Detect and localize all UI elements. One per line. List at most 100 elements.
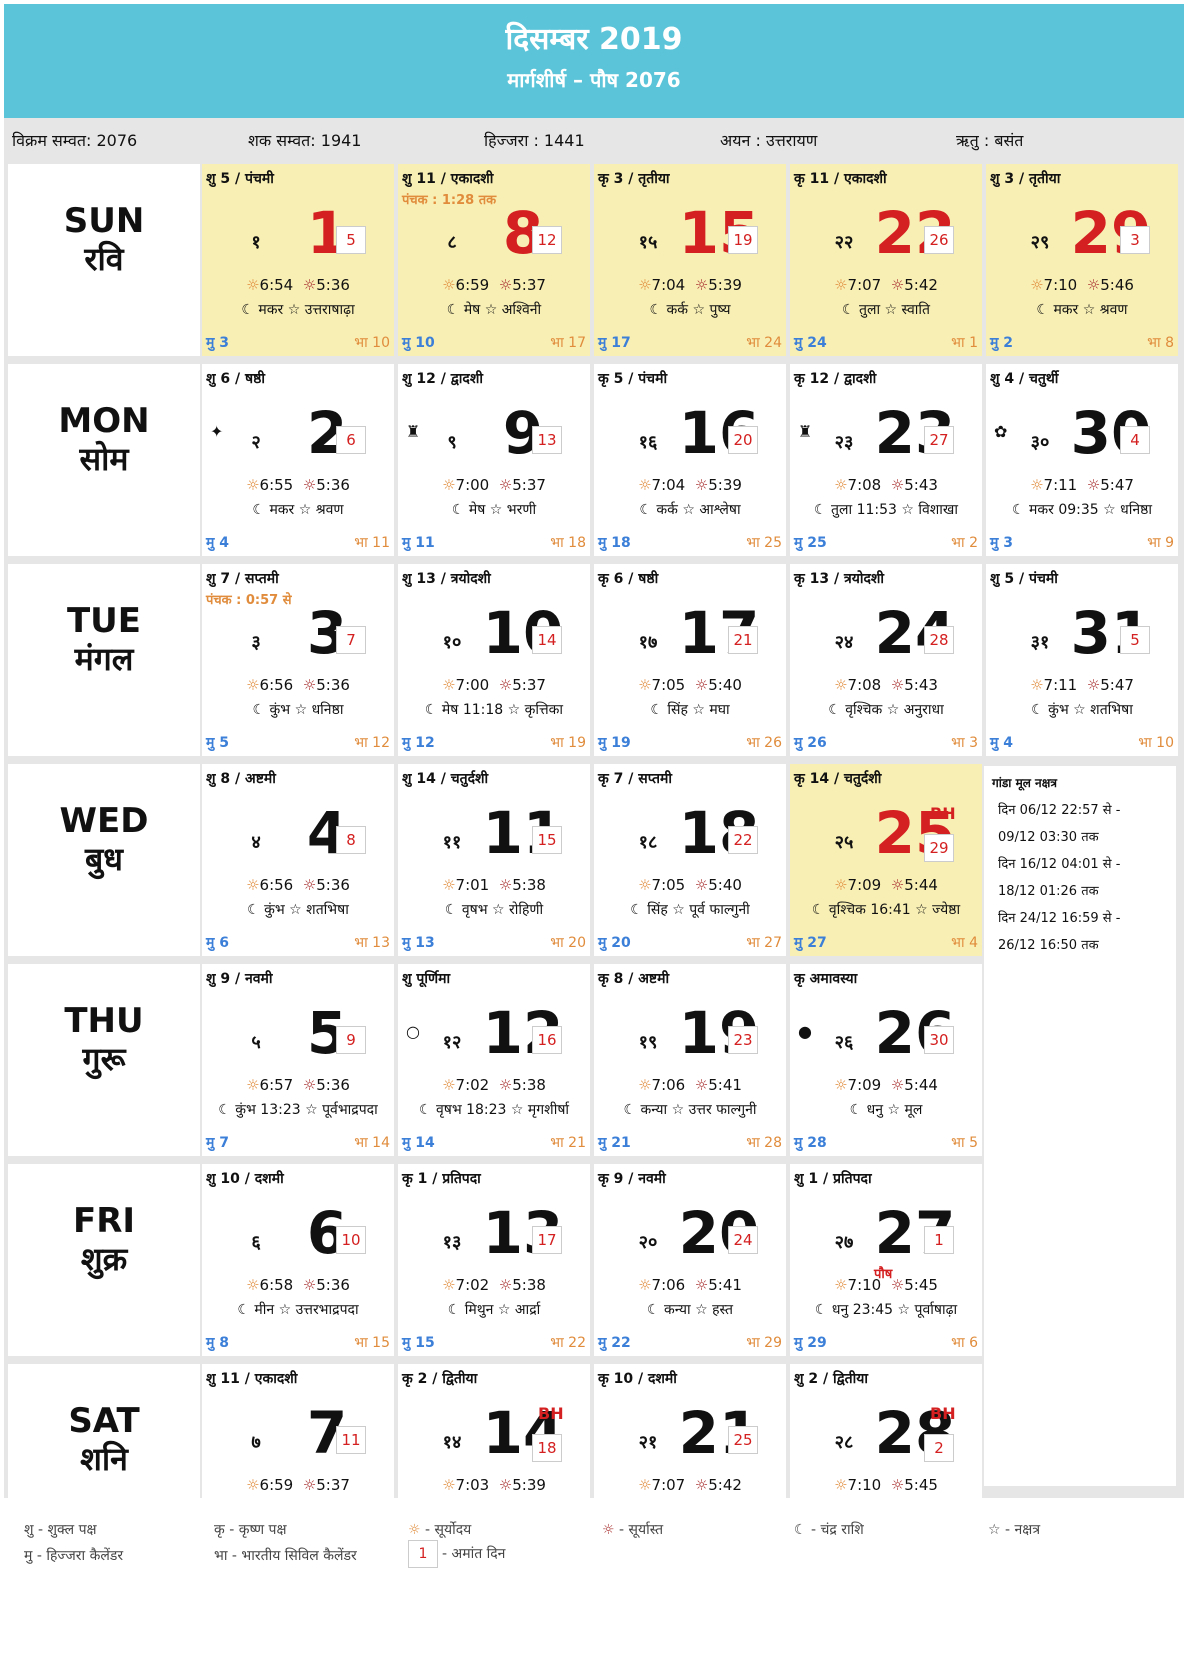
- festival-icon: ✿: [994, 422, 1008, 441]
- date-cell[interactable]: शु 5 / पंचमी १ 1 5 ☼6:54 ☼5:36 ☾ मकर ☆ उत्तरा…: [202, 164, 394, 356]
- tithi: कृ 3 / तृतीया: [598, 171, 670, 187]
- shaka-samvat: शक सम्वत: 1941: [248, 131, 362, 150]
- rasi-text: कन्या ☆ उत्तर फाल्गुनी: [640, 1102, 757, 1118]
- amant-day-box: 2: [924, 1434, 954, 1462]
- date-cell[interactable]: शु 7 / सप्तमी पंचक : 0:57 से ३ 3 7 ☼6:56 ☼5:3…: [202, 564, 394, 756]
- sunrise-icon: ☼: [246, 1076, 260, 1094]
- rasi-nakshatra: ☾ कर्क ☆ पुष्य: [594, 300, 786, 319]
- indian-civil-date: भा 25: [746, 535, 782, 551]
- tithi: शु 14 / चतुर्दशी: [402, 771, 489, 787]
- sun-times: ☼6:57 ☼5:36: [202, 1076, 394, 1094]
- date-cell[interactable]: कृ 12 / द्वादशी ♜ २३ 23 27 ☼7:08 ☼5:43 ☾ तुला …: [790, 364, 982, 556]
- indian-civil-date: भा 10: [354, 335, 390, 351]
- sunset-time: 5:40: [708, 876, 742, 894]
- sunrise-icon: ☼: [442, 476, 456, 494]
- legend: शु - शुक्ल पक्ष कृ - कृष्ण पक्ष ☼ - सूर्…: [4, 1498, 1184, 1648]
- indian-civil-date: भा 18: [550, 535, 586, 551]
- hindi-date: २२: [834, 232, 854, 253]
- amant-day-box: 22: [728, 826, 758, 854]
- sun-times: ☼6:59 ☼5:37: [398, 276, 590, 294]
- moon-icon: ☾: [794, 1522, 807, 1538]
- date-cell[interactable]: कृ 6 / षष्ठी १७ 17 21 ☼7:05 ☼5:40 ☾ सिंह ☆ मघ…: [594, 564, 786, 756]
- rasi-text: सिंह ☆ मघा: [667, 702, 730, 718]
- rasi-nakshatra: ☾ मकर ☆ श्रवण: [202, 500, 394, 519]
- sunrise-time: 7:02: [455, 1276, 490, 1294]
- sun-times: ☼7:00 ☼5:37: [398, 476, 590, 494]
- sunrise-icon: ☼: [442, 276, 456, 294]
- date-cell[interactable]: शु 1 / प्रतिपदा २७ 27 1 पौष ☼7:10 ☼5:45 ☾ धनु …: [790, 1164, 982, 1356]
- sun-times: ☼6:54 ☼5:36: [202, 276, 394, 294]
- amant-day-box: 15: [532, 826, 562, 854]
- sunset-icon: ☼: [1086, 676, 1101, 694]
- date-cell[interactable]: शु 14 / चतुर्दशी ११ 11 15 ☼7:01 ☼5:38 ☾ वृषभ …: [398, 764, 590, 956]
- sunrise-icon: ☼: [246, 276, 260, 294]
- rasi-text: मिथुन ☆ आर्द्रा: [464, 1302, 541, 1318]
- date-cell[interactable]: शु 11 / एकादशी पंचक : 1:28 तक ८ 8 12 ☼6:59 ☼5…: [398, 164, 590, 356]
- moon-icon: ☾: [649, 302, 663, 318]
- sun-times: ☼7:02 ☼5:38: [398, 1076, 590, 1094]
- sunrise-time: 7:08: [847, 476, 882, 494]
- legend-star-label: - नक्षत्र: [1005, 1522, 1041, 1538]
- date-cell[interactable]: शु 3 / तृतीया २९ 29 3 ☼7:10 ☼5:46 ☾ मकर ☆ श्र…: [986, 164, 1178, 356]
- moon-icon: ☾: [1012, 502, 1025, 518]
- sunset-icon: ☼: [1086, 476, 1101, 494]
- sunrise-time: 7:11: [1043, 676, 1078, 694]
- rasi-text: तुला ☆ स्वाति: [859, 302, 931, 318]
- date-cell[interactable]: शु 9 / नवमी ५ 5 9 ☼6:57 ☼5:36 ☾ कुंभ 13:23 ☆ …: [202, 964, 394, 1156]
- day-name-hi: शुक्र: [80, 1240, 128, 1278]
- sunset-time: 5:37: [512, 676, 546, 694]
- indian-civil-date: भा 2: [951, 535, 978, 551]
- sunrise-time: 6:59: [455, 276, 490, 294]
- sunset-time: 5:41: [708, 1076, 742, 1094]
- date-cell[interactable]: कृ 14 / चतुर्दशी २५ 25 BH 29 ☼7:09 ☼5:44 ☾ वृश…: [790, 764, 982, 956]
- date-cell[interactable]: कृ अमावस्या ● २६ 26 30 ☼7:09 ☼5:44 ☾ धनु ☆ मूल…: [790, 964, 982, 1156]
- hijri-date: मु 22: [598, 1335, 631, 1351]
- date-cell[interactable]: कृ 3 / तृतीया १५ 15 19 ☼7:04 ☼5:39 ☾ कर्क ☆ प…: [594, 164, 786, 356]
- sun-times: ☼7:07 ☼5:42: [790, 276, 982, 294]
- date-cell[interactable]: शु 10 / दशमी ६ 6 10 ☼6:58 ☼5:36 ☾ मीन ☆ उत्तर…: [202, 1164, 394, 1356]
- date-cell[interactable]: शु 8 / अष्टमी ४ 4 8 ☼6:56 ☼5:36 ☾ कुंभ ☆ शतभि…: [202, 764, 394, 956]
- tithi: शु 2 / द्वितीया: [794, 1371, 869, 1387]
- indian-civil-date: भा 9: [1147, 535, 1174, 551]
- sunrise-time: 7:09: [847, 1076, 882, 1094]
- date-cell[interactable]: कृ 13 / त्रयोदशी २४ 24 28 ☼7:08 ☼5:43 ☾ वृश्च…: [790, 564, 982, 756]
- rasi-nakshatra: ☾ वृषभ 18:23 ☆ मृगशीर्षा: [398, 1100, 590, 1119]
- sunset-icon: ☼: [302, 276, 317, 294]
- rasi-text: कुंभ 13:23 ☆ पूर्वभाद्रपदा: [235, 1102, 378, 1118]
- date-cell[interactable]: कृ 7 / सप्तमी १८ 18 22 ☼7:05 ☼5:40 ☾ सिंह ☆ प…: [594, 764, 786, 956]
- legend-star: ☆ - नक्षत्र: [988, 1520, 1040, 1539]
- date-cell[interactable]: कृ 5 / पंचमी १६ 16 20 ☼7:04 ☼5:39 ☾ कर्क ☆ आश…: [594, 364, 786, 556]
- hijri-date: मु 14: [402, 1135, 435, 1151]
- date-cell[interactable]: शु 13 / त्रयोदशी १० 10 14 ☼7:00 ☼5:37 ☾ मेष 1…: [398, 564, 590, 756]
- amant-day-box: 5: [1120, 626, 1150, 654]
- hijri-date: मु 24: [794, 335, 827, 351]
- hindi-date: २८: [834, 1432, 854, 1453]
- date-cell[interactable]: शु 5 / पंचमी ३१ 31 5 ☼7:11 ☼5:47 ☾ कुंभ ☆ शतभ…: [986, 564, 1178, 756]
- moon-icon: ☾: [828, 702, 841, 718]
- date-cell[interactable]: कृ 8 / अष्टमी १९ 19 23 ☼7:06 ☼5:41 ☾ कन्या ☆ …: [594, 964, 786, 1156]
- hijri-date: मु 20: [598, 935, 631, 951]
- date-cell[interactable]: कृ 9 / नवमी २० 20 24 ☼7:06 ☼5:41 ☾ कन्या ☆ हस…: [594, 1164, 786, 1356]
- date-cell[interactable]: शु पूर्णिमा ○ १२ 12 16 ☼7:02 ☼5:38 ☾ वृषभ 18:2…: [398, 964, 590, 1156]
- date-cell[interactable]: कृ 1 / प्रतिपदा १३ 13 17 ☼7:02 ☼5:38 ☾ मिथुन …: [398, 1164, 590, 1356]
- amant-day-box: 3: [1120, 226, 1150, 254]
- indian-civil-date: भा 24: [746, 335, 782, 351]
- indian-civil-date: भा 14: [354, 1135, 390, 1151]
- moon-icon: ☾: [647, 1302, 660, 1318]
- hijri-date: मु 2: [990, 335, 1013, 351]
- date-cell[interactable]: शु 4 / चतुर्थी ✿ ३० 30 4 ☼7:11 ☼5:47 ☾ मकर 09:…: [986, 364, 1178, 556]
- date-cell[interactable]: कृ 11 / एकादशी २२ 22 26 ☼7:07 ☼5:42 ☾ तुला ☆ …: [790, 164, 982, 356]
- date-cell[interactable]: शु 6 / षष्ठी ✦ २ 2 6 ☼6:55 ☼5:36 ☾ मकर ☆ श्रवण…: [202, 364, 394, 556]
- moon-icon: ☾: [623, 1102, 637, 1118]
- date-cell[interactable]: शु 12 / द्वादशी ♜ ९ 9 13 ☼7:00 ☼5:37 ☾ मेष ☆ भ…: [398, 364, 590, 556]
- tithi: शु 1 / प्रतिपदा: [794, 1171, 872, 1187]
- moon-icon: ☾: [237, 1302, 250, 1318]
- rasi-text: धनु 23:45 ☆ पूर्वाषाढ़ा: [831, 1302, 958, 1318]
- sunset-time: 5:41: [708, 1276, 742, 1294]
- festival-icon: ♜: [406, 422, 421, 441]
- rasi-nakshatra: ☾ कर्क ☆ आश्लेषा: [594, 500, 786, 519]
- hindi-date: १८: [638, 832, 658, 853]
- rasi-text: मेष ☆ अश्विनी: [463, 302, 542, 318]
- ganda-title: गांडा मूल नक्षत्र: [992, 776, 1057, 790]
- rasi-text: धनु ☆ मूल: [866, 1102, 923, 1118]
